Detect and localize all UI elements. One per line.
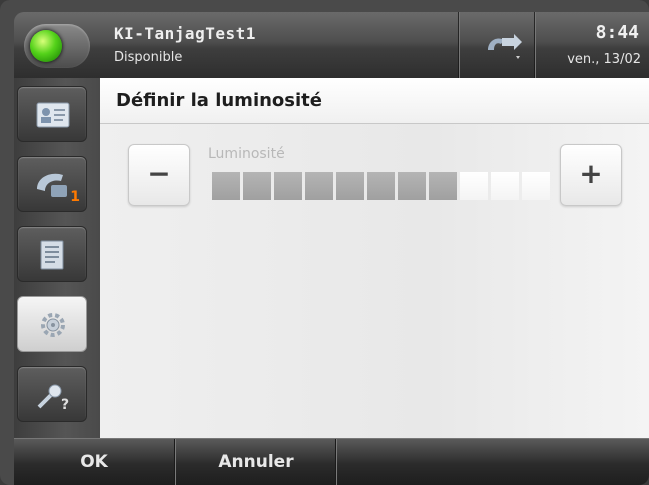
sidebar-item-contacts[interactable] bbox=[17, 86, 87, 142]
brightness-level-segment bbox=[522, 172, 550, 200]
presence-led-icon bbox=[30, 30, 62, 62]
missed-calls-badge: 1 bbox=[70, 189, 80, 205]
title-bar: Définir la luminosité bbox=[100, 78, 649, 124]
brightness-level-segment bbox=[274, 172, 302, 200]
brightness-level-segment bbox=[367, 172, 395, 200]
help-key-icon: ? bbox=[37, 384, 69, 413]
call-forward-icon[interactable] bbox=[484, 30, 524, 62]
brightness-level-segment bbox=[243, 172, 271, 200]
settings-panel: Définir la luminosité − Luminosité + bbox=[100, 78, 649, 438]
header-divider bbox=[534, 12, 536, 78]
softkey-divider bbox=[174, 439, 176, 485]
brightness-level-segment bbox=[212, 172, 240, 200]
gear-icon bbox=[41, 313, 65, 337]
phone-screen: KI-TanjagTest1 Disponible 8:44 ven., 13/… bbox=[0, 0, 649, 485]
softkey-bar: OK Annuler bbox=[14, 438, 649, 485]
brightness-level-segment bbox=[429, 172, 457, 200]
address-book-icon bbox=[40, 240, 64, 270]
svg-text:?: ? bbox=[61, 397, 69, 413]
presence-status-button[interactable] bbox=[24, 24, 90, 68]
decrease-brightness-button[interactable]: − bbox=[128, 144, 190, 206]
status-header: KI-TanjagTest1 Disponible 8:44 ven., 13/… bbox=[14, 12, 649, 78]
softkey-divider bbox=[335, 439, 337, 485]
clock-time: 8:44 bbox=[595, 22, 639, 43]
brightness-content: − Luminosité + bbox=[100, 124, 649, 438]
brightness-level-segment bbox=[460, 172, 488, 200]
page-title: Définir la luminosité bbox=[116, 90, 322, 111]
sidebar-item-directory[interactable] bbox=[17, 226, 87, 282]
user-name: KI-TanjagTest1 bbox=[114, 24, 256, 43]
brightness-level-segment bbox=[491, 172, 519, 200]
brightness-slider[interactable] bbox=[212, 172, 550, 200]
brightness-label: Luminosité bbox=[208, 146, 285, 162]
phone-handset-icon bbox=[37, 173, 67, 197]
presence-status-text: Disponible bbox=[114, 50, 183, 65]
sidebar-item-settings[interactable] bbox=[17, 296, 87, 352]
contact-card-icon bbox=[36, 102, 70, 128]
cancel-softkey[interactable]: Annuler bbox=[177, 439, 335, 485]
increase-brightness-button[interactable]: + bbox=[560, 144, 622, 206]
brightness-level-segment bbox=[305, 172, 333, 200]
ok-softkey[interactable]: OK bbox=[14, 439, 174, 485]
brightness-level-segment bbox=[336, 172, 364, 200]
header-divider bbox=[458, 12, 460, 78]
sidebar-item-calls[interactable]: 1 bbox=[17, 156, 87, 212]
clock-date: ven., 13/02 bbox=[567, 52, 641, 67]
app-sidebar: 1 ? bbox=[14, 78, 100, 438]
sidebar-item-help[interactable]: ? bbox=[17, 366, 87, 422]
brightness-level-segment bbox=[398, 172, 426, 200]
